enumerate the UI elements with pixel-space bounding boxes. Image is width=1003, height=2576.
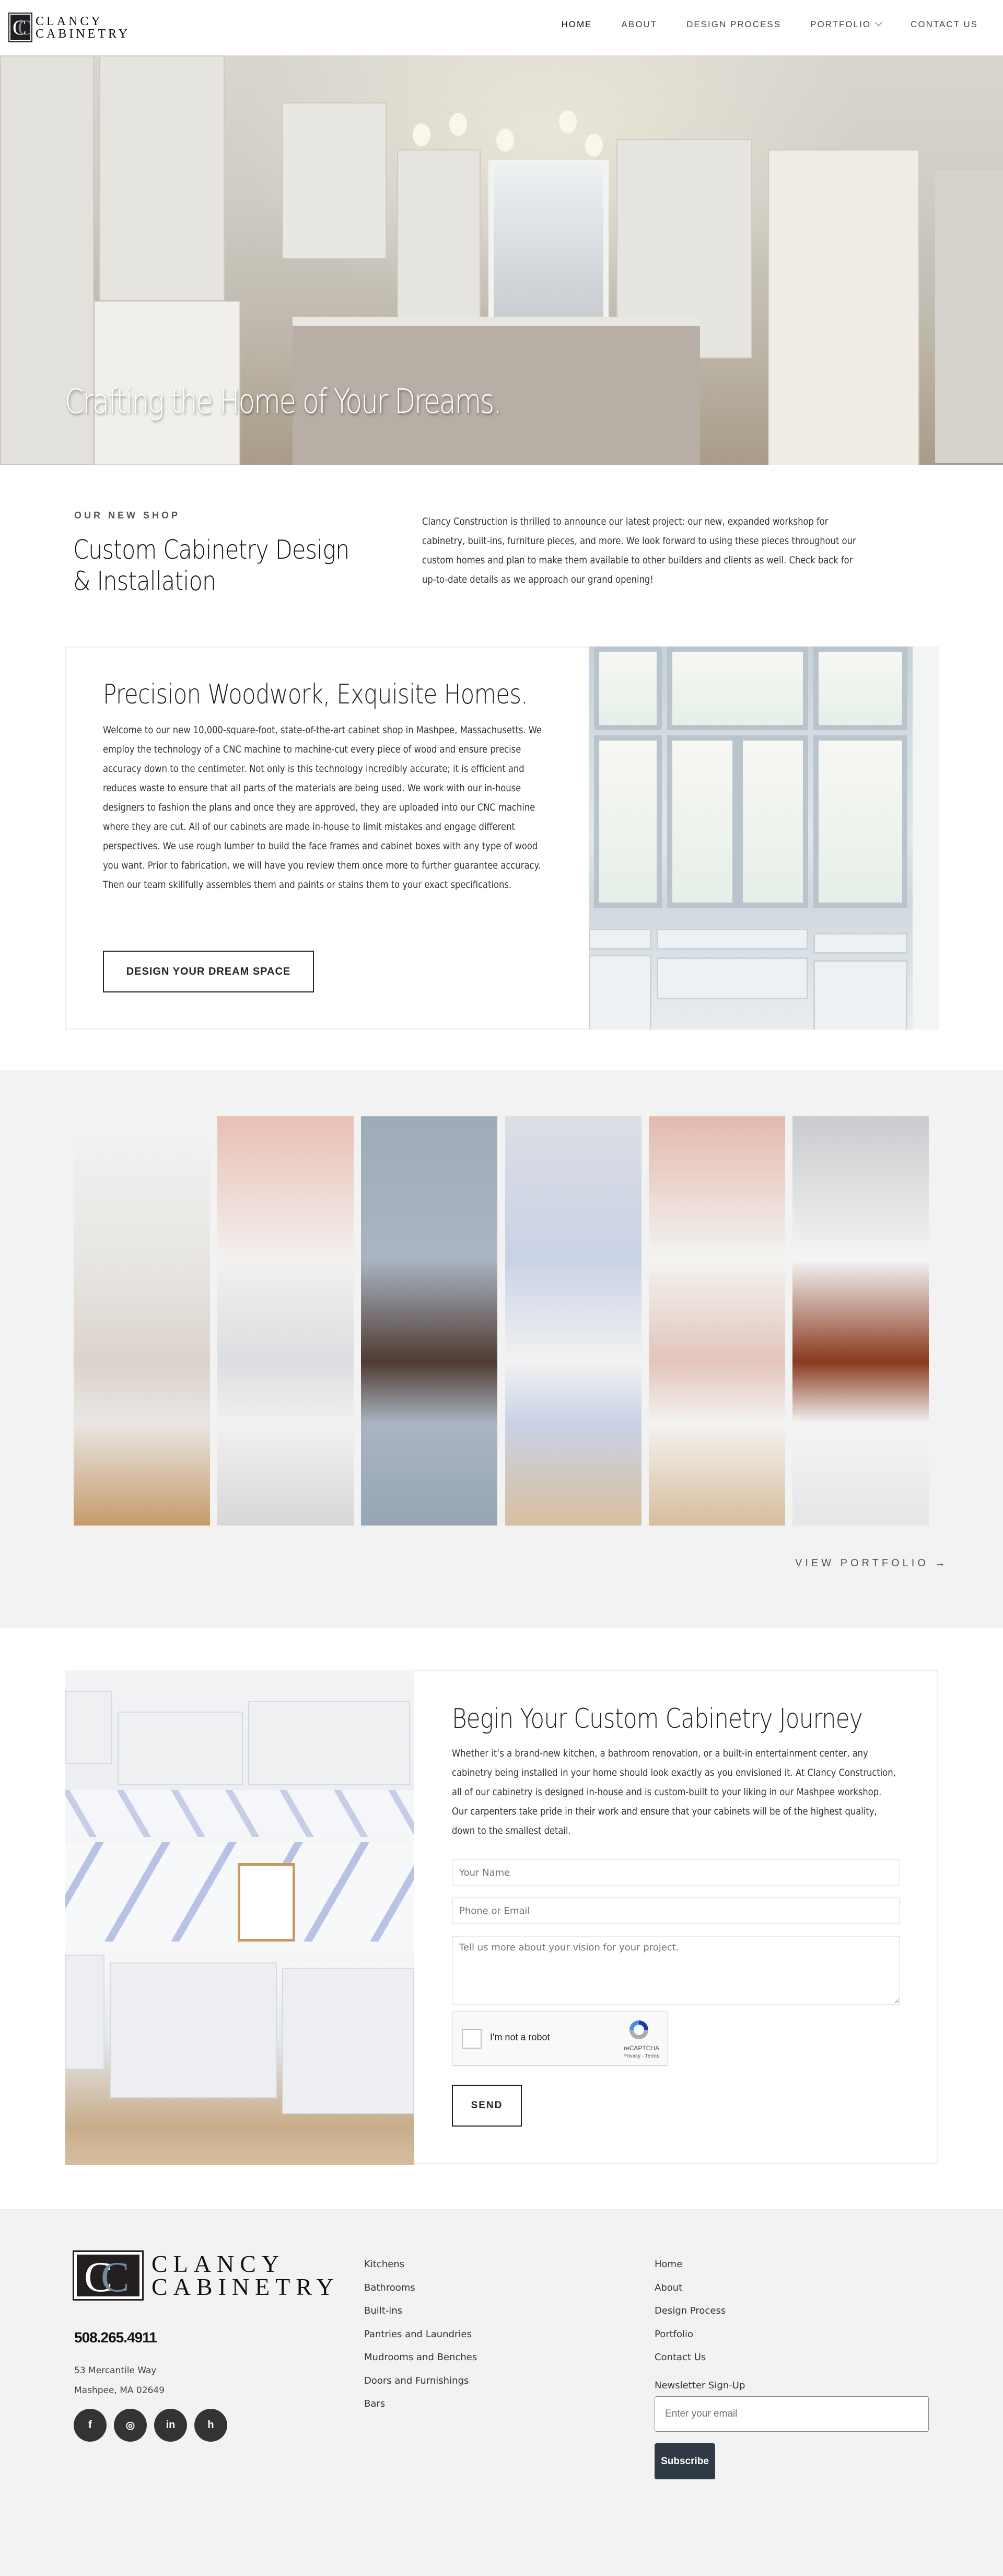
nav-portfolio[interactable]: PORTFOLIO <box>810 18 883 30</box>
portfolio-image-front-door[interactable] <box>792 1116 929 1526</box>
portfolio-image-window-seat[interactable] <box>649 1116 785 1526</box>
nav-about-label: ABOUT <box>621 19 658 29</box>
footer-link-mudrooms-benches[interactable]: Mudrooms and Benches <box>364 2346 477 2370</box>
facebook-icon[interactable]: f <box>74 2409 107 2442</box>
arrow-right-icon: → <box>935 1557 946 1569</box>
site-header: CC CLANCY CABINETRY HOME ABOUT DESIGN PR… <box>0 0 1003 55</box>
site-footer: CC CLANCY CABINETRY 508.265.4911 53 Merc… <box>0 2209 1003 2576</box>
phone-or-email-input[interactable] <box>452 1897 900 1924</box>
logo-line-1: CLANCY <box>36 14 103 28</box>
nav-home[interactable]: HOME <box>562 19 592 30</box>
contact-body: Whether it’s a brand-new kitchen, a bath… <box>452 1748 896 1836</box>
nav-design-process[interactable]: DESIGN PROCESS <box>686 19 781 30</box>
portfolio-section <box>0 1070 1003 1628</box>
footer-link-contact-us[interactable]: Contact Us <box>655 2346 726 2370</box>
footer-link-home[interactable]: Home <box>655 2253 726 2277</box>
view-portfolio-link[interactable]: VIEW PORTFOLIO → <box>795 1557 945 1569</box>
shop-eyebrow: OUR NEW SHOP <box>74 510 181 521</box>
portfolio-image-blue-gray-cabinet[interactable] <box>361 1116 497 1526</box>
laundry-room-image <box>65 1670 414 2165</box>
newsletter-label: Newsletter Sign-Up <box>655 2380 745 2391</box>
address-line-2: Mashpee, MA 02649 <box>74 2385 165 2396</box>
precision-card: Precision Woodwork, Exquisite Homes. Wel… <box>65 646 939 1030</box>
recaptcha-brand: reCAPTCHA <box>623 2044 659 2052</box>
logo-mark-icon: CC <box>8 13 32 42</box>
nav-portfolio-label: PORTFOLIO <box>810 19 871 29</box>
recaptcha-logo-icon <box>629 2020 648 2039</box>
nav-home-label: HOME <box>561 19 592 29</box>
recaptcha-privacy-terms-link[interactable]: Privacy - Terms <box>623 2053 659 2059</box>
contact-card: Begin Your Custom Cabinetry Journey Whet… <box>65 1670 938 2165</box>
precision-title: Precision Woodwork, Exquisite Homes. <box>103 679 528 710</box>
recaptcha-checkbox[interactable] <box>462 2029 482 2049</box>
nav-about[interactable]: ABOUT <box>622 19 658 30</box>
contact-title: Begin Your Custom Cabinetry Journey <box>452 1703 863 1735</box>
shop-description: Clancy Construction is thrilled to annou… <box>422 516 856 585</box>
site-logo[interactable]: CC CLANCY CABINETRY <box>8 13 130 42</box>
footer-logo[interactable]: CC CLANCY CABINETRY <box>73 2250 340 2301</box>
hero-banner: Crafting the Home of Your Dreams. <box>0 55 1003 465</box>
logo-line-2: CABINETRY <box>36 27 131 41</box>
glass-cabinet-image <box>589 646 939 1030</box>
footer-address: 53 Mercantile Way Mashpee, MA 02649 <box>74 2361 165 2400</box>
houzz-icon[interactable]: h <box>194 2409 227 2442</box>
nav-contact-us[interactable]: CONTACT US <box>911 19 978 30</box>
footer-link-portfolio[interactable]: Portfolio <box>655 2323 726 2347</box>
subscribe-button[interactable]: Subscribe <box>655 2443 715 2479</box>
nav-contact-us-label: CONTACT US <box>911 19 978 29</box>
your-name-input[interactable] <box>452 1859 900 1886</box>
footer-logo-line-2: CABINETRY <box>151 2273 340 2300</box>
newsletter-email-input[interactable] <box>655 2396 929 2432</box>
project-vision-textarea[interactable] <box>452 1936 900 2005</box>
footer-link-built-ins[interactable]: Built-ins <box>364 2300 477 2323</box>
hero-title: Crafting the Home of Your Dreams. <box>65 383 502 421</box>
chevron-down-icon <box>874 18 883 26</box>
address-line-1: 53 Mercantile Way <box>74 2365 157 2376</box>
footer-services: Kitchens Bathrooms Built-ins Pantries an… <box>364 2253 477 2416</box>
footer-pages: Home About Design Process Portfolio Cont… <box>655 2253 726 2370</box>
logo-wordmark: CLANCY CABINETRY <box>36 15 130 40</box>
footer-link-bars[interactable]: Bars <box>364 2393 477 2416</box>
portfolio-image-kitchen-pendants[interactable] <box>74 1116 210 1526</box>
linkedin-icon[interactable]: in <box>154 2409 187 2442</box>
footer-link-about[interactable]: About <box>655 2277 726 2300</box>
shop-title: Custom Cabinetry Design & Installation <box>73 535 349 596</box>
footer-link-bathrooms[interactable]: Bathrooms <box>364 2277 477 2300</box>
social-links: f ◎ in h <box>74 2409 227 2442</box>
precision-body: Welcome to our new 10,000-square-foot, s… <box>103 724 542 891</box>
footer-logo-wordmark: CLANCY CABINETRY <box>151 2250 340 2300</box>
footer-link-kitchens[interactable]: Kitchens <box>364 2253 477 2277</box>
main-nav: HOME ABOUT DESIGN PROCESS PORTFOLIO CONT… <box>532 18 978 30</box>
footer-link-doors-furnishings[interactable]: Doors and Furnishings <box>364 2370 477 2393</box>
send-button[interactable]: SEND <box>452 2085 522 2127</box>
footer-logo-mark-icon: CC <box>73 2250 144 2301</box>
footer-link-pantries-laundries[interactable]: Pantries and Laundries <box>364 2323 477 2347</box>
recaptcha-widget: I'm not a robot reCAPTCHA Privacy - Term… <box>452 2012 668 2066</box>
footer-phone[interactable]: 508.265.4911 <box>74 2329 157 2346</box>
footer-link-design-process[interactable]: Design Process <box>655 2300 726 2323</box>
nav-design-process-label: DESIGN PROCESS <box>686 19 782 29</box>
view-portfolio-label: VIEW PORTFOLIO <box>795 1557 929 1569</box>
recaptcha-label: I'm not a robot <box>490 2032 550 2042</box>
design-your-dream-space-button[interactable]: DESIGN YOUR DREAM SPACE <box>103 951 314 992</box>
portfolio-image-laundry-wallpaper[interactable] <box>505 1116 642 1526</box>
instagram-icon[interactable]: ◎ <box>114 2409 147 2442</box>
footer-logo-line-1: CLANCY <box>151 2250 285 2277</box>
portfolio-image-pink-bathroom[interactable] <box>217 1116 354 1526</box>
